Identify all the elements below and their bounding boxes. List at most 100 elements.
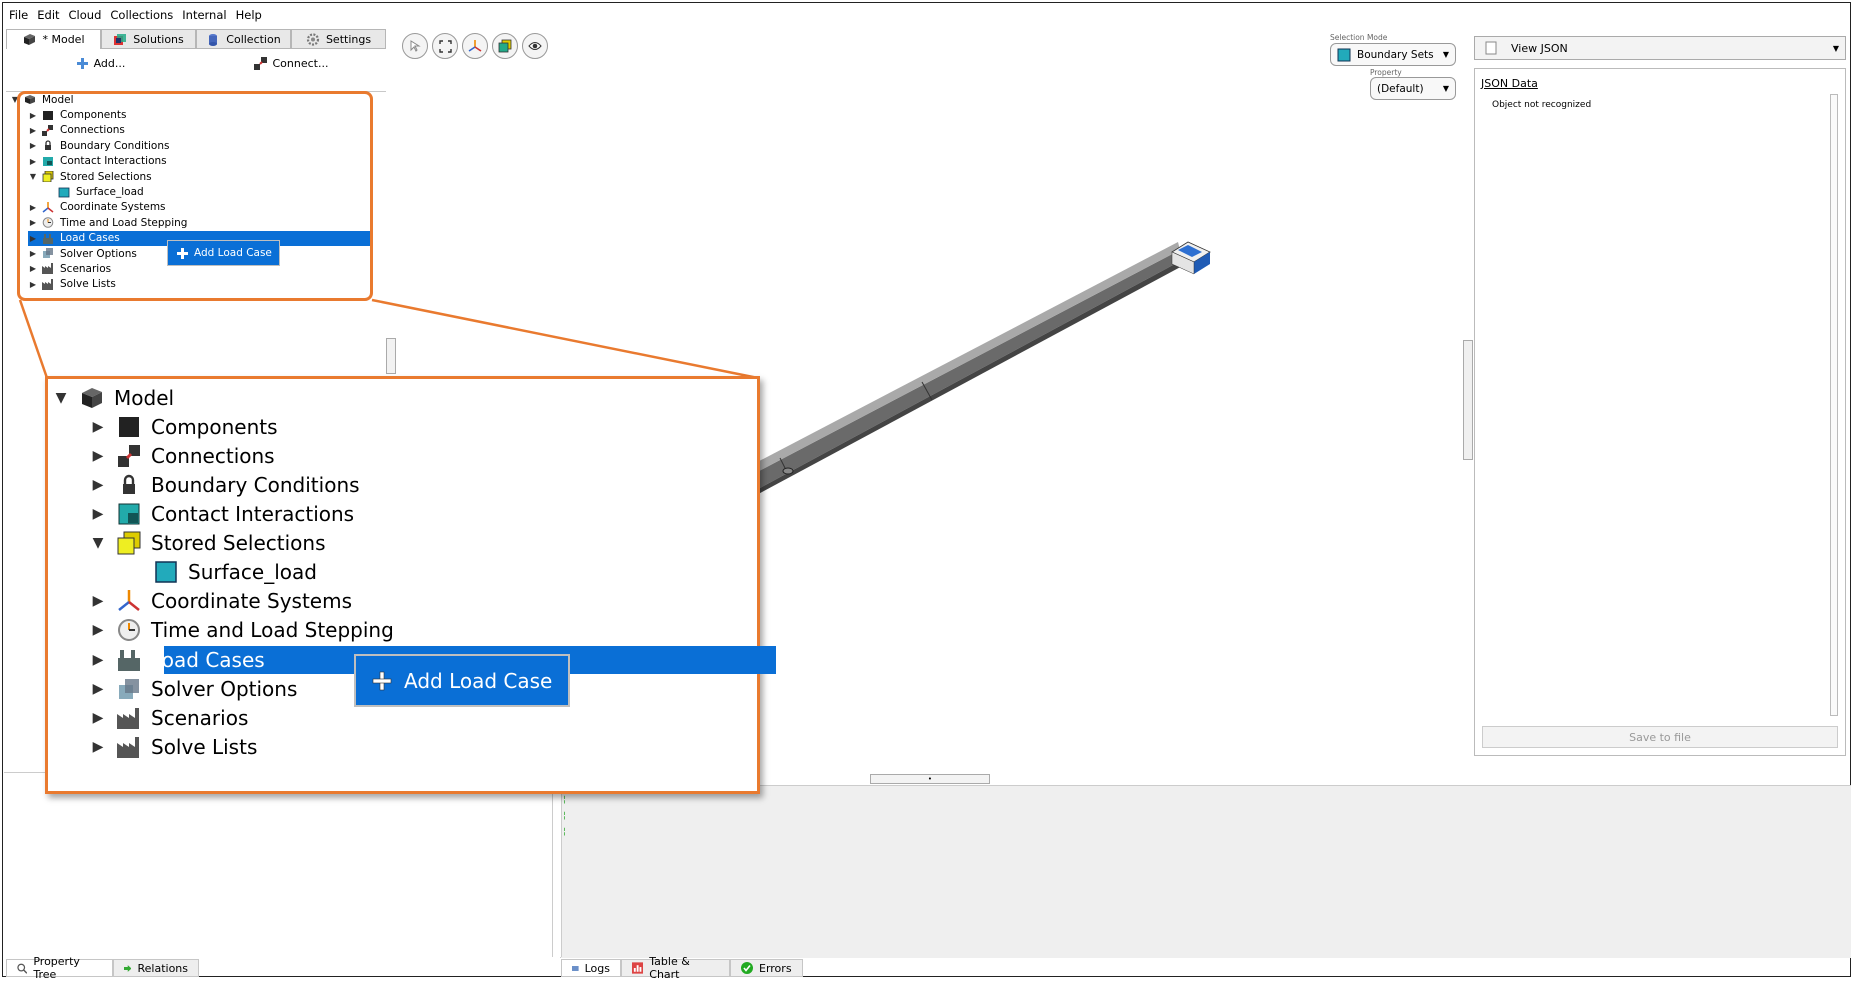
model-icon — [82, 387, 102, 408]
save-to-file-button[interactable]: Save to file — [1482, 726, 1838, 748]
zoom-solver-options: ▶ Solver Options — [85, 674, 298, 703]
expand-arrow-icon: ▶ — [92, 709, 104, 726]
left-panel-splitter[interactable] — [386, 338, 396, 374]
tab-relations-label: Relations — [137, 961, 188, 975]
expand-arrow-icon: ▶ — [92, 738, 104, 755]
zoom-boundary-conditions: ▶ Boundary Conditions — [85, 470, 360, 499]
json-data-title: JSON Data — [1481, 77, 1538, 90]
fit-view-icon[interactable] — [432, 33, 458, 59]
zoom-label: Scenarios — [151, 705, 249, 730]
property-value: (Default) — [1377, 82, 1424, 95]
log-markers: ¦ ¦ ¦ — [563, 795, 567, 837]
contact-icon — [118, 503, 140, 524]
property-label: Property — [1370, 68, 1402, 77]
zoom-label: Solve Lists — [151, 734, 258, 759]
selection-mode-label: Selection Mode — [1330, 33, 1388, 42]
expand-arrow-icon: ▶ — [92, 680, 104, 697]
expand-arrow-icon: ▶ — [92, 651, 104, 668]
factory-icon — [117, 736, 139, 758]
zoom-label: Coordinate Systems — [151, 588, 352, 613]
zoom-context-menu-label: Add Load Case — [404, 668, 553, 693]
view-json-combo[interactable]: View JSON ▼ — [1474, 36, 1846, 60]
search-icon — [17, 963, 28, 974]
chart-icon — [632, 962, 644, 974]
expand-arrow-icon: ▶ — [92, 476, 104, 493]
zoom-tree-root: ▼ Model — [48, 383, 174, 412]
zoom-connections: ▶ Connections — [85, 441, 275, 470]
zoom-label: Model — [114, 385, 175, 410]
log-icon — [572, 965, 579, 971]
zoom-label: Boundary Conditions — [151, 472, 360, 497]
collapse-arrow-icon: ▼ — [92, 534, 104, 551]
zoom-load-cases: ▶ Load Cases — [85, 645, 265, 674]
zoom-components: ▶ Components — [85, 412, 278, 441]
collapse-arrow-icon: ▼ — [55, 389, 67, 406]
axes-view-icon[interactable] — [462, 33, 488, 59]
factory-icon — [117, 707, 139, 729]
zoom-label: Stored Selections — [151, 530, 326, 555]
arrow-right-icon — [124, 964, 132, 972]
axes-icon — [118, 589, 140, 611]
zoom-time-load-stepping: ▶ Time and Load Stepping — [85, 615, 394, 644]
json-data-text: Object not recognized — [1492, 100, 1592, 110]
clock-icon — [118, 618, 140, 641]
zoom-solve-lists: ▶ Solve Lists — [85, 732, 258, 761]
selection-mode-combo[interactable]: Boundary Sets ▼ — [1330, 43, 1456, 66]
connection-icon — [118, 444, 140, 467]
zoom-stored-selections: ▼ Stored Selections — [85, 528, 326, 557]
tab-table-chart[interactable]: Table & Chart — [621, 955, 730, 981]
zoom-label: Connections — [151, 443, 275, 468]
tab-errors[interactable]: Errors — [730, 959, 803, 977]
tab-property-tree[interactable]: Property Tree — [6, 955, 113, 981]
json-scrollbar[interactable] — [1830, 94, 1838, 716]
log-panel: ¦ ¦ ¦ — [560, 785, 1851, 958]
tab-errors-label: Errors — [759, 961, 792, 975]
lock-icon — [123, 474, 135, 494]
zoomed-tree-callout: ▼ Model ▶ Components ▶ Connections ▶ Boundar… — [45, 376, 776, 794]
surface-set-icon — [155, 560, 177, 583]
eye-icon[interactable] — [522, 33, 548, 59]
tab-relations[interactable]: Relations — [113, 959, 199, 977]
zoom-label: Load Cases — [151, 647, 265, 672]
tab-table-chart-label: Table & Chart — [649, 955, 690, 981]
chevron-down-icon: ▼ — [1832, 43, 1839, 53]
tab-logs[interactable]: Logs — [561, 959, 621, 977]
zoom-label: Contact Interactions — [151, 501, 355, 526]
3d-model-view[interactable] — [700, 230, 1220, 520]
boundary-set-icon — [1337, 48, 1351, 61]
expand-arrow-icon: ▶ — [92, 505, 104, 522]
viewport-right-splitter[interactable] — [1463, 340, 1473, 460]
expand-arrow-icon: ▶ — [92, 621, 104, 638]
zoom-contact-interactions: ▶ Contact Interactions — [85, 499, 355, 528]
zoom-label: Solver Options — [151, 676, 298, 701]
solver-options-icon — [119, 678, 139, 699]
stored-selections-icon — [117, 531, 141, 554]
expand-arrow-icon: ▶ — [92, 592, 104, 609]
select-pointer-icon[interactable] — [402, 33, 428, 59]
document-icon — [1485, 41, 1497, 55]
zoom-surface-load: Surface_load — [148, 557, 317, 586]
viewport-toolbar — [402, 33, 548, 59]
expand-arrow-icon: ▶ — [92, 418, 104, 435]
plus-icon — [372, 671, 392, 690]
expand-arrow-icon: ▶ — [92, 447, 104, 464]
zoom-context-menu: Add Load Case — [354, 654, 570, 707]
zoom-label: Time and Load Stepping — [151, 617, 394, 642]
bottom-left-panel — [4, 772, 547, 958]
tab-logs-label: Logs — [584, 961, 610, 975]
bottom-divider[interactable] — [552, 785, 562, 957]
bottom-splitter[interactable]: • — [870, 774, 990, 784]
chevron-down-icon: ▼ — [1442, 84, 1449, 93]
zoom-coordinate-systems: ▶ Coordinate Systems — [85, 586, 352, 615]
selection-mode-value: Boundary Sets — [1357, 48, 1434, 61]
property-combo[interactable]: (Default) ▼ — [1370, 77, 1456, 100]
check-icon — [741, 962, 753, 974]
load-cases-icon — [118, 649, 140, 671]
zoom-label: Surface_load — [188, 559, 317, 584]
chevron-down-icon: ▼ — [1442, 50, 1449, 59]
json-data-panel — [1474, 68, 1846, 756]
tab-property-tree-label: Property Tree — [33, 955, 80, 981]
zoom-label: Components — [151, 414, 278, 439]
stored-selections-view-icon[interactable] — [492, 33, 518, 59]
view-json-label: View JSON — [1511, 41, 1568, 55]
